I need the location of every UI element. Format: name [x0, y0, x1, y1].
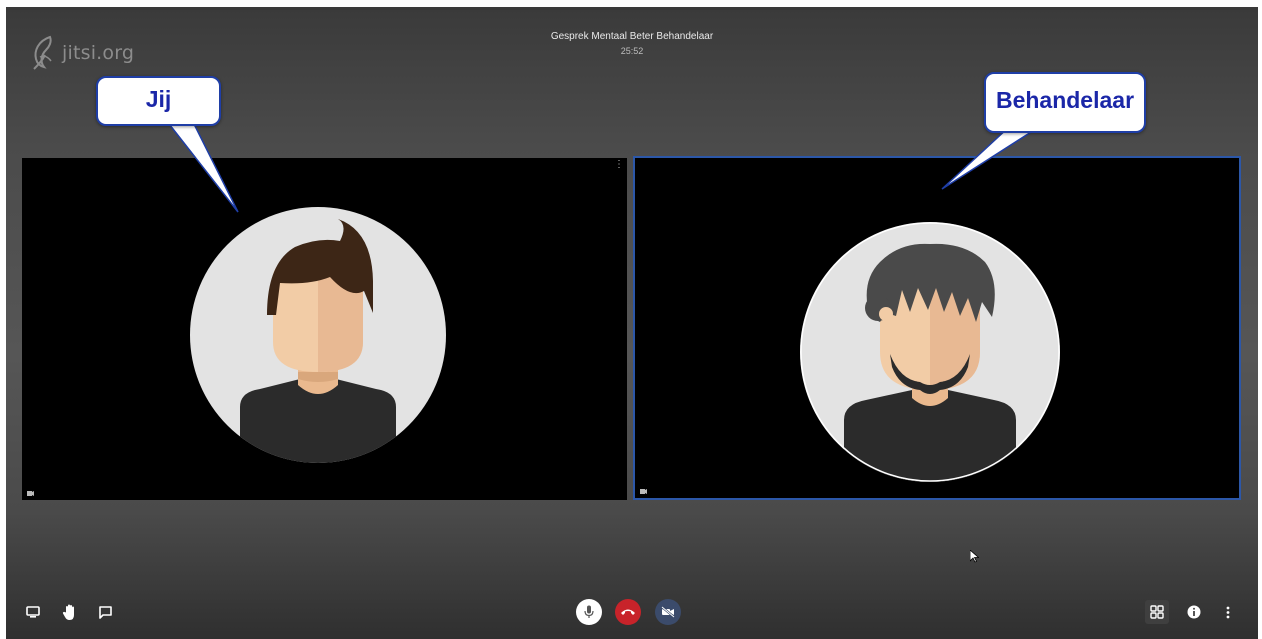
info-button[interactable]	[1183, 601, 1205, 623]
tile-view-button[interactable]	[1145, 600, 1169, 624]
chat-button[interactable]	[94, 601, 116, 623]
camera-indicator-icon	[27, 491, 34, 496]
camera-indicator-icon	[640, 489, 647, 494]
remote-participant-label: Behandelaar	[984, 72, 1146, 133]
raise-hand-button[interactable]	[58, 600, 82, 624]
hangup-button[interactable]	[615, 599, 641, 625]
local-avatar	[190, 207, 446, 463]
more-options-icon	[1226, 606, 1230, 618]
meeting-title: Gesprek Mentaal Beter Behandelaar	[550, 31, 714, 42]
info-icon	[1187, 605, 1201, 619]
bottom-toolbar	[6, 591, 1258, 639]
conference-window: jitsi.org Gesprek Mentaal Beter Behandel…	[6, 7, 1258, 639]
local-participant-label: Jij	[96, 76, 221, 126]
screen-share-button[interactable]	[22, 601, 44, 623]
camera-off-icon	[661, 606, 675, 618]
remote-avatar	[800, 222, 1060, 482]
more-options-button[interactable]	[1217, 601, 1239, 623]
raise-hand-icon	[62, 604, 74, 620]
chat-icon	[98, 605, 112, 619]
mouse-cursor-icon	[970, 550, 979, 563]
tile-menu-icon[interactable]: ⋮	[614, 160, 624, 170]
meeting-timer: 25:52	[620, 46, 644, 56]
hangup-icon	[621, 609, 635, 615]
remote-video-tile[interactable]	[633, 156, 1241, 500]
microphone-button[interactable]	[576, 599, 602, 625]
screen-share-icon	[26, 606, 40, 618]
camera-toggle-button[interactable]	[655, 599, 681, 625]
tile-view-icon	[1150, 605, 1164, 619]
local-video-tile[interactable]: ⋮	[22, 158, 627, 500]
microphone-icon	[584, 605, 594, 618]
